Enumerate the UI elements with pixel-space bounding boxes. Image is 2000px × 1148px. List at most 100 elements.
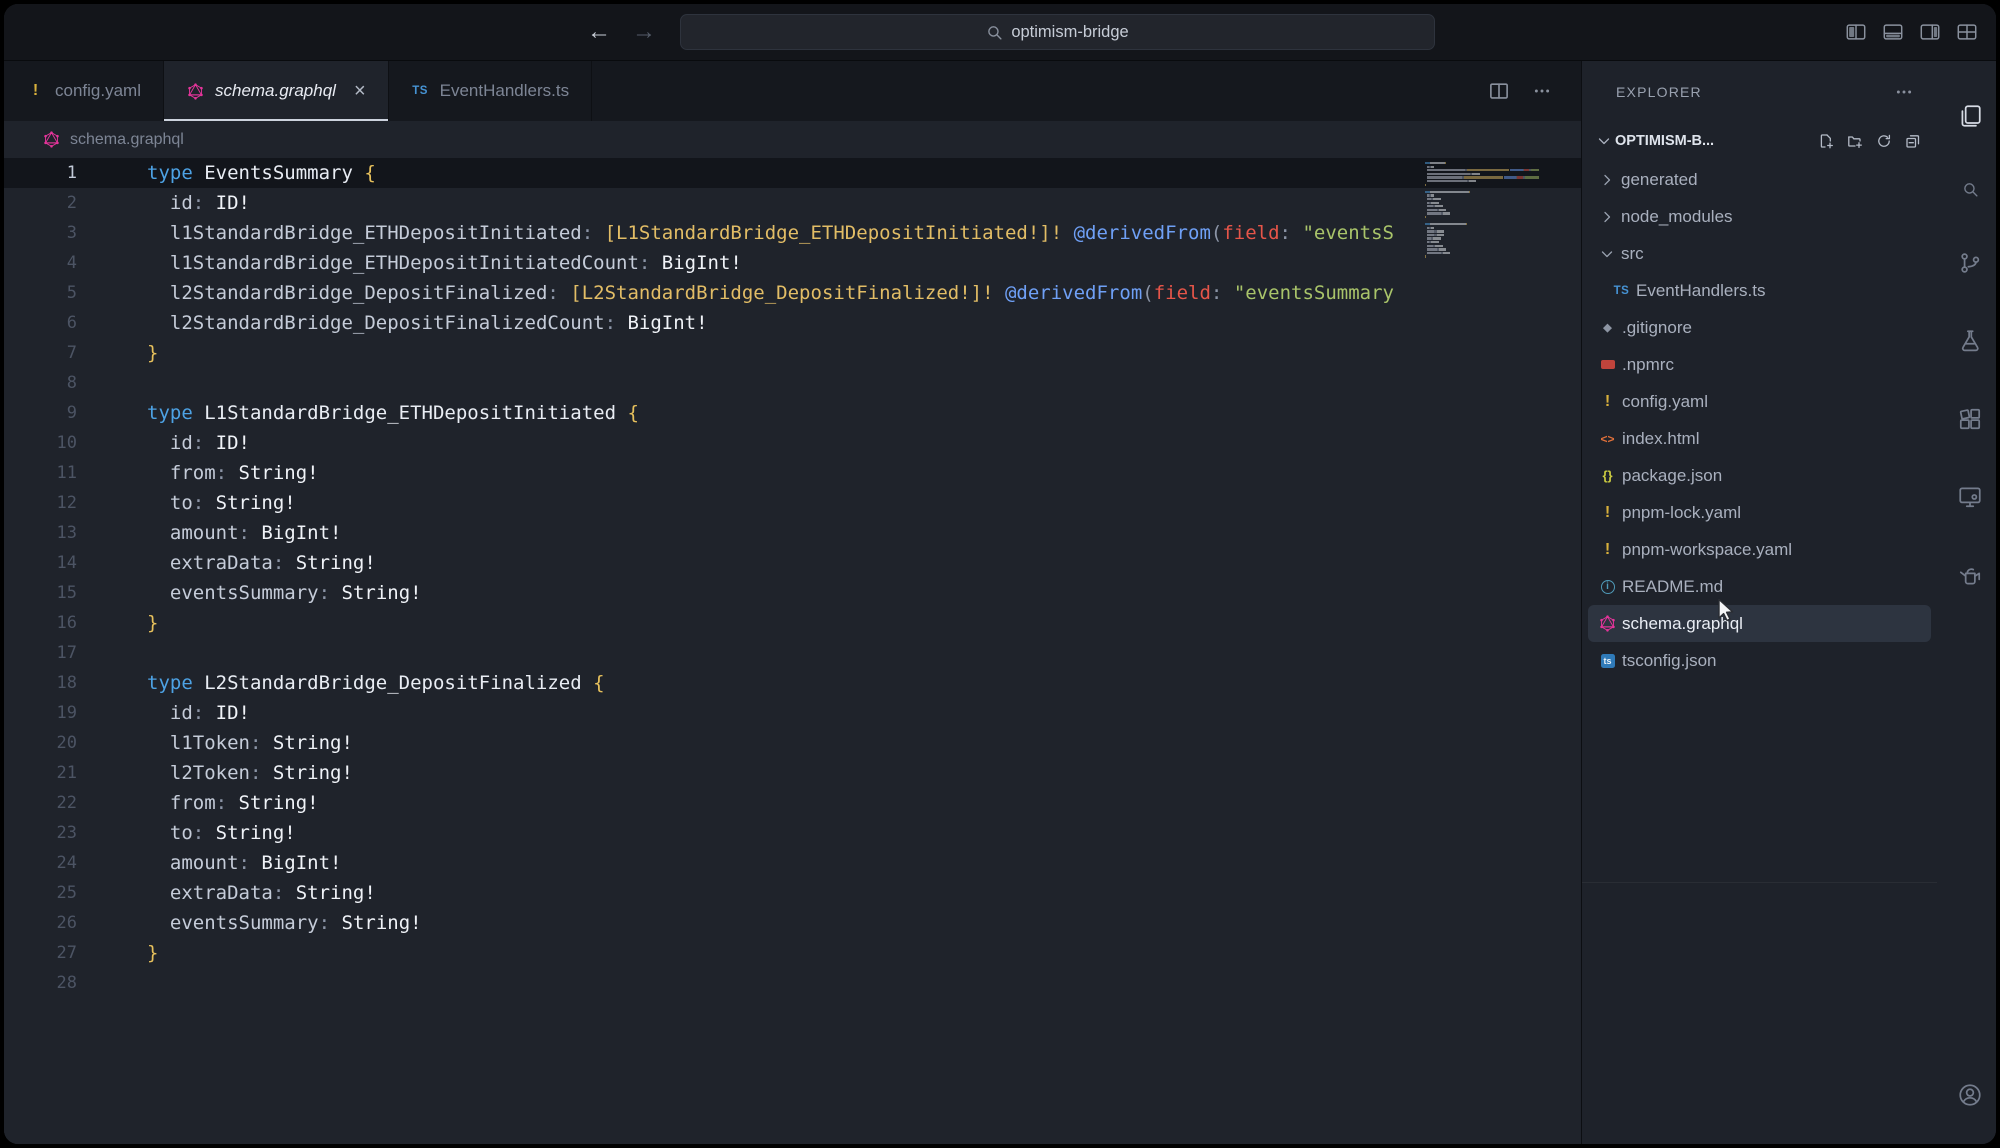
code-line[interactable]: 13 amount: BigInt! <box>4 518 1581 548</box>
code-line[interactable]: 10 id: ID! <box>4 428 1581 458</box>
line-number: 7 <box>4 338 77 368</box>
line-number: 15 <box>4 578 77 608</box>
line-number: 20 <box>4 728 77 758</box>
code-line[interactable]: 24 amount: BigInt! <box>4 848 1581 878</box>
tree-item-index.html[interactable]: <>index.html <box>1588 420 1931 457</box>
line-number: 18 <box>4 668 77 698</box>
tree-item-label: EventHandlers.ts <box>1636 281 1765 301</box>
forward-arrow-icon[interactable]: → <box>632 20 656 44</box>
tab-config.yaml[interactable]: !config.yaml <box>4 61 164 121</box>
customize-layout-icon[interactable] <box>1956 21 1978 43</box>
tree-item-label: .gitignore <box>1622 318 1692 338</box>
tree-item-tsconfig.json[interactable]: tstsconfig.json <box>1588 642 1931 679</box>
files-icon[interactable] <box>1957 103 1983 129</box>
line-number: 28 <box>4 968 77 998</box>
graphql-file-icon <box>1598 615 1617 632</box>
chevron-right-icon <box>1598 172 1616 188</box>
code-line[interactable]: 14 extraData: String! <box>4 548 1581 578</box>
code-line[interactable]: 28 <box>4 968 1581 998</box>
tsconfig-file-icon: ts <box>1598 654 1617 668</box>
code-line[interactable]: 17 <box>4 638 1581 668</box>
source-control-icon[interactable] <box>1957 250 1983 276</box>
tree-item-config.yaml[interactable]: !config.yaml <box>1588 383 1931 420</box>
chevron-down-icon <box>1598 246 1616 262</box>
new-file-icon[interactable] <box>1818 133 1834 149</box>
readme-file-icon: i <box>1598 580 1617 594</box>
tab-EventHandlers.ts[interactable]: TSEventHandlers.ts <box>389 61 592 121</box>
code-line[interactable]: 7} <box>4 338 1581 368</box>
back-arrow-icon[interactable]: ← <box>587 20 611 44</box>
tab-schema.graphql[interactable]: schema.graphql× <box>164 61 389 121</box>
vscode-window: ← → optimism-bridge !config.yamlschema.g… <box>4 4 1996 1144</box>
code-line[interactable]: 26 eventsSummary: String! <box>4 908 1581 938</box>
watering-can-icon[interactable] <box>1957 562 1983 588</box>
minimap[interactable] <box>1425 162 1555 263</box>
search-icon <box>986 24 1003 41</box>
ts-file-icon: TS <box>411 85 430 97</box>
code-line[interactable]: 9type L1StandardBridge_ETHDepositInitiat… <box>4 398 1581 428</box>
tree-item-node_modules[interactable]: node_modules <box>1588 198 1931 235</box>
tree-item-.npmrc[interactable]: .npmrc <box>1588 346 1931 383</box>
collapse-all-icon[interactable] <box>1905 133 1921 149</box>
toggle-secondary-sidebar-icon[interactable] <box>1919 21 1941 43</box>
code-line[interactable]: 1type EventsSummary { <box>4 158 1581 188</box>
tree-item-pnpm-lock.yaml[interactable]: !pnpm-lock.yaml <box>1588 494 1931 531</box>
breadcrumb[interactable]: schema.graphql <box>4 121 1581 158</box>
testing-icon[interactable] <box>1957 328 1983 354</box>
new-folder-icon[interactable] <box>1847 133 1863 149</box>
close-icon[interactable]: × <box>354 81 366 101</box>
more-actions-icon[interactable] <box>1533 82 1551 100</box>
code-line[interactable]: 6 l2StandardBridge_DepositFinalizedCount… <box>4 308 1581 338</box>
code-line[interactable]: 15 eventsSummary: String! <box>4 578 1581 608</box>
line-number: 17 <box>4 638 77 668</box>
code-line[interactable]: 21 l2Token: String! <box>4 758 1581 788</box>
line-number: 11 <box>4 458 77 488</box>
ts-file-icon: TS <box>1612 285 1631 297</box>
tree-item-package.json[interactable]: {}package.json <box>1588 457 1931 494</box>
more-actions-icon[interactable] <box>1895 83 1913 101</box>
sidebar-header: EXPLORER <box>1582 61 1937 123</box>
toggle-panel-icon[interactable] <box>1882 21 1904 43</box>
account-icon[interactable] <box>1957 1082 1983 1108</box>
line-number: 24 <box>4 848 77 878</box>
remote-explorer-icon[interactable] <box>1957 484 1983 510</box>
line-number: 6 <box>4 308 77 338</box>
search-icon[interactable] <box>1962 181 1979 198</box>
code-line[interactable]: 12 to: String! <box>4 488 1581 518</box>
line-number: 9 <box>4 398 77 428</box>
code-line[interactable]: 11 from: String! <box>4 458 1581 488</box>
code-line[interactable]: 25 extraData: String! <box>4 878 1581 908</box>
toggle-primary-sidebar-icon[interactable] <box>1845 21 1867 43</box>
line-number: 8 <box>4 368 77 398</box>
tree-item-.gitignore[interactable]: ◆.gitignore <box>1588 309 1931 346</box>
split-editor-icon[interactable] <box>1489 81 1509 101</box>
code-line[interactable]: 5 l2StandardBridge_DepositFinalized: [L2… <box>4 278 1581 308</box>
tree-item-generated[interactable]: generated <box>1588 161 1931 198</box>
command-center-search[interactable]: optimism-bridge <box>680 14 1435 50</box>
line-number: 2 <box>4 188 77 218</box>
code-editor[interactable]: 1type EventsSummary {2 id: ID!3 l1Standa… <box>4 158 1581 1144</box>
tree-item-EventHandlers.ts[interactable]: TS EventHandlers.ts <box>1588 272 1931 309</box>
tree-item-pnpm-workspace.yaml[interactable]: !pnpm-workspace.yaml <box>1588 531 1931 568</box>
code-line[interactable]: 2 id: ID! <box>4 188 1581 218</box>
code-line[interactable]: 19 id: ID! <box>4 698 1581 728</box>
refresh-icon[interactable] <box>1876 133 1892 149</box>
code-line[interactable]: 18type L2StandardBridge_DepositFinalized… <box>4 668 1581 698</box>
code-line[interactable]: 16} <box>4 608 1581 638</box>
line-number: 10 <box>4 428 77 458</box>
code-line[interactable]: 3 l1StandardBridge_ETHDepositInitiated: … <box>4 218 1581 248</box>
code-line[interactable]: 27} <box>4 938 1581 968</box>
code-line[interactable]: 23 to: String! <box>4 818 1581 848</box>
folder-section-header[interactable]: OPTIMISM-B... <box>1582 123 1937 159</box>
activity-bar <box>1937 61 1996 1144</box>
extensions-icon[interactable] <box>1957 406 1983 432</box>
line-number: 22 <box>4 788 77 818</box>
tree-item-README.md[interactable]: iREADME.md <box>1588 568 1931 605</box>
tree-item-src[interactable]: src <box>1588 235 1931 272</box>
file-tree: generatednode_modulessrc TS EventHandlers.… <box>1582 159 1937 679</box>
code-line[interactable]: 4 l1StandardBridge_ETHDepositInitiatedCo… <box>4 248 1581 278</box>
tree-item-schema.graphql[interactable]: schema.graphql <box>1588 605 1931 642</box>
code-line[interactable]: 22 from: String! <box>4 788 1581 818</box>
code-line[interactable]: 8 <box>4 368 1581 398</box>
code-line[interactable]: 20 l1Token: String! <box>4 728 1581 758</box>
